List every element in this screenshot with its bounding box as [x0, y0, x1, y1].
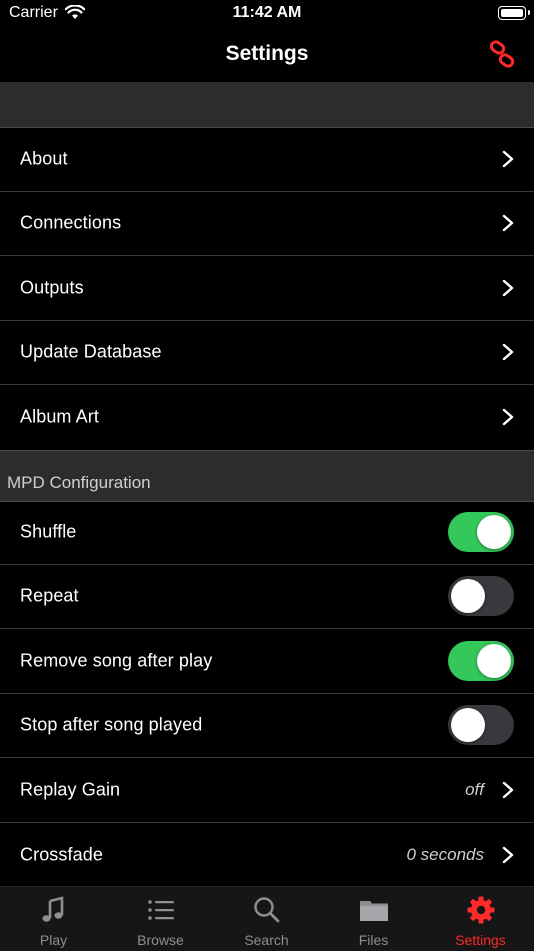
row-label: Crossfade	[20, 844, 103, 865]
tab-label: Browse	[137, 932, 184, 948]
settings-row-album-art[interactable]: Album Art	[0, 385, 534, 450]
row-label: Connections	[20, 212, 122, 233]
list-icon	[147, 900, 174, 920]
gear-icon	[467, 896, 494, 924]
chevron-right-icon	[502, 781, 514, 798]
row-label: Update Database	[20, 341, 162, 362]
folder-icon	[359, 901, 388, 921]
tab-label: Files	[358, 932, 389, 948]
tab-play[interactable]: Play	[0, 887, 107, 951]
chevron-right-icon	[502, 150, 514, 167]
tab-browse[interactable]: Browse	[107, 887, 214, 951]
mpd-settings-list: Shuffle Repeat Remove song after play St…	[0, 500, 534, 887]
battery-icon	[498, 6, 530, 20]
page-title: Settings	[225, 42, 309, 65]
row-label: Remove song after play	[20, 650, 213, 671]
tab-label: Play	[39, 932, 68, 948]
tab-search[interactable]: Search	[213, 887, 320, 951]
row-label: Outputs	[20, 277, 84, 298]
row-label: Repeat	[20, 585, 79, 606]
row-label: Stop after song played	[20, 714, 203, 735]
settings-row-remove-song: Remove song after play	[0, 629, 534, 694]
crossfade-value: 0 seconds	[406, 844, 485, 864]
chevron-right-icon	[502, 215, 514, 232]
tab-label: Settings	[455, 932, 506, 948]
navigation-bar: Settings	[0, 28, 534, 82]
tab-label: Search	[244, 932, 289, 948]
status-time: 11:42 AM	[232, 4, 302, 21]
settings-row-connections[interactable]: Connections	[0, 192, 534, 256]
section-header-label: MPD Configuration	[7, 473, 151, 492]
stop-after-song-toggle[interactable]	[448, 705, 514, 746]
replay-gain-value: off	[465, 779, 484, 799]
chevron-right-icon	[502, 344, 514, 361]
settings-row-about[interactable]: About	[0, 127, 534, 192]
row-label: About	[20, 148, 68, 169]
tab-files[interactable]: Files	[320, 887, 427, 951]
row-label: Shuffle	[20, 521, 77, 542]
status-bar: Carrier 11:42 AM	[0, 0, 534, 28]
settings-row-outputs[interactable]: Outputs	[0, 256, 534, 321]
chevron-right-icon	[502, 409, 514, 426]
general-settings-list: About Connections Outputs Update Databas…	[0, 127, 534, 450]
tab-settings[interactable]: Settings	[427, 887, 534, 951]
settings-row-stop-after-song: Stop after song played	[0, 694, 534, 758]
section-header: MPD Configuration	[0, 450, 534, 502]
settings-row-repeat: Repeat	[0, 565, 534, 629]
settings-row-update-database[interactable]: Update Database	[0, 321, 534, 385]
row-label: Replay Gain	[20, 779, 121, 800]
settings-row-shuffle: Shuffle	[0, 500, 534, 565]
repeat-toggle[interactable]	[448, 576, 514, 617]
settings-row-crossfade[interactable]: Crossfade 0 seconds	[0, 823, 534, 888]
search-icon	[253, 897, 279, 923]
tab-bar: Play Browse Search Files Settings	[0, 886, 534, 951]
shuffle-toggle[interactable]	[448, 511, 514, 552]
settings-row-replay-gain[interactable]: Replay Gain off	[0, 758, 534, 823]
link-icon[interactable]	[488, 40, 516, 68]
section-spacer	[0, 82, 534, 128]
remove-song-toggle[interactable]	[448, 640, 514, 681]
row-label: Album Art	[20, 406, 99, 427]
music-note-icon	[42, 896, 63, 922]
chevron-right-icon	[502, 279, 514, 296]
chevron-right-icon	[502, 846, 514, 863]
